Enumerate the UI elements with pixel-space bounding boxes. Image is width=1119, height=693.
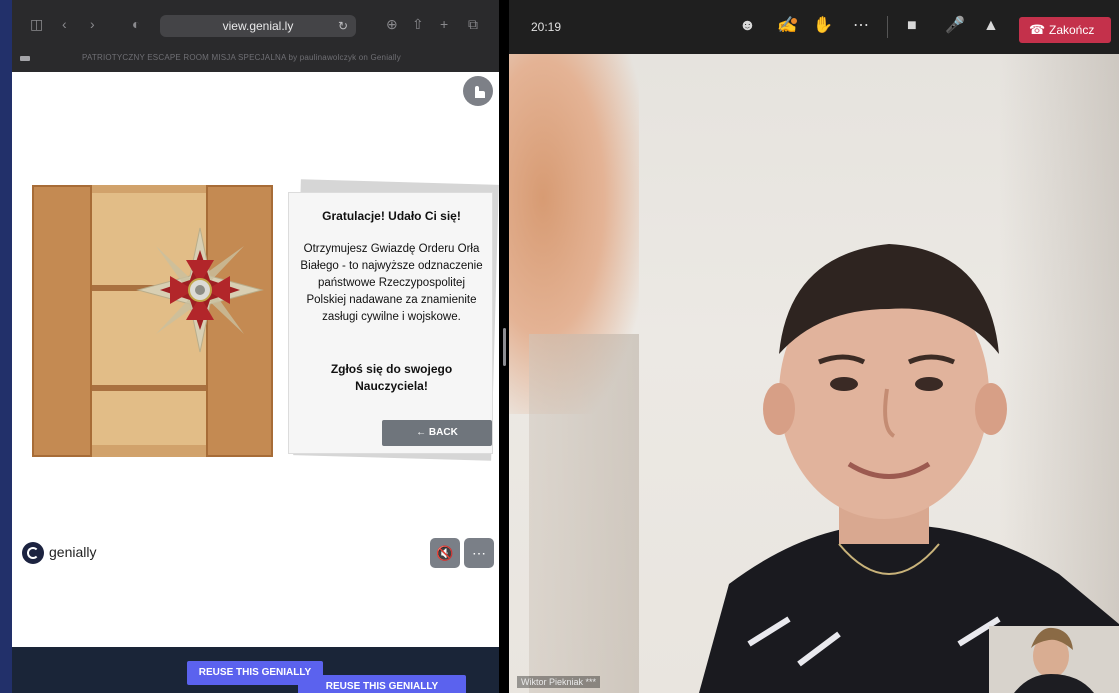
genially-footer-bar: REUSE THIS GENIALLY REUSE THIS GENIALLY <box>12 647 499 693</box>
order-star-icon <box>136 227 264 353</box>
genially-logo-text[interactable]: genially <box>49 544 96 560</box>
self-view-video[interactable] <box>989 626 1119 693</box>
panel-body-text: Otrzymujesz Gwiazdę Orderu Orła Białego … <box>300 243 483 323</box>
page-source-text: PATRIOTYCZNY ESCAPE ROOM MISJA SPECJALNA… <box>82 53 401 62</box>
divider-handle[interactable] <box>503 328 506 366</box>
teams-call-window: 20:19 ☻ ✍ ✋ ⋯ ■ 🎤 ▲ ☎ Zakończ Wiktor Pie… <box>509 0 1119 693</box>
microphone-icon[interactable]: 🎤 <box>945 16 965 36</box>
raise-hand-icon[interactable]: ✋ <box>813 16 833 36</box>
call-control-bar: 20:19 ☻ ✍ ✋ ⋯ ■ 🎤 ▲ ☎ Zakończ <box>509 0 1119 54</box>
wardrobe-shelf <box>92 385 206 391</box>
mute-sound-button[interactable]: 🔇 <box>430 538 460 568</box>
speaker-muted-icon: 🔇 <box>436 545 454 561</box>
back-arrow-icon[interactable]: ‹ <box>62 15 67 33</box>
self-view-figure <box>989 626 1119 693</box>
url-address-field[interactable]: view.genial.ly ↻ <box>160 15 356 37</box>
reuse-genially-button-overlay[interactable]: REUSE THIS GENIALLY <box>298 675 466 693</box>
ellipsis-icon: ⋯ <box>472 545 486 561</box>
call-timer: 20:19 <box>531 20 562 34</box>
flag-icon <box>20 56 30 61</box>
page-title-strip: PATRIOTYCZNY ESCAPE ROOM MISJA SPECJALNA… <box>12 48 499 72</box>
tabs-overview-icon[interactable]: ⧉ <box>468 15 478 33</box>
video-background-door <box>529 334 639 693</box>
chat-notification-dot <box>791 18 797 24</box>
end-call-button[interactable]: ☎ Zakończ <box>1019 17 1111 43</box>
participant-figure <box>699 244 1119 693</box>
download-icon[interactable]: ⊕ <box>386 15 398 33</box>
participant-video-feed: Wiktor Piekniak *** <box>509 54 1119 693</box>
safari-toolbar: ◫ ‹ › ◐ view.genial.ly ↻ ⊕ ⇧ + ⧉ <box>12 0 499 48</box>
more-actions-icon[interactable]: ⋯ <box>853 16 869 36</box>
back-button[interactable]: ← BACK <box>382 420 492 446</box>
privacy-shield-icon[interactable]: ◐ <box>132 15 140 33</box>
hand-icon <box>475 86 485 98</box>
congratulations-panel: Gratulacje! Udało Ci się! Otrzymujesz Gw… <box>288 192 493 454</box>
reload-icon[interactable]: ↻ <box>338 15 348 37</box>
forward-arrow-icon[interactable]: › <box>90 15 95 33</box>
camera-icon[interactable]: ■ <box>907 16 917 36</box>
split-view-divider[interactable] <box>499 0 509 693</box>
genially-logo-icon[interactable] <box>22 542 44 564</box>
new-tab-icon[interactable]: + <box>440 15 448 33</box>
phone-hangup-icon: ☎ <box>1029 22 1046 37</box>
share-screen-icon[interactable]: ▲ <box>983 16 999 36</box>
participant-name-tag: Wiktor Piekniak *** <box>517 676 601 688</box>
end-call-label: Zakończ <box>1049 23 1095 37</box>
panel-title: Gratulacje! Udało Ci się! <box>322 209 461 223</box>
toolbar-separator <box>887 16 888 38</box>
safari-split-view: ◫ ‹ › ◐ view.genial.ly ↻ ⊕ ⇧ + ⧉ PATRIOT… <box>12 0 499 693</box>
more-options-button[interactable]: ⋯ <box>464 538 494 568</box>
url-text: view.genial.ly <box>222 19 294 33</box>
participants-icon[interactable]: ☻ <box>739 16 756 36</box>
wardrobe-left-door <box>32 185 92 457</box>
share-icon[interactable]: ⇧ <box>412 15 424 33</box>
fullscreen-hand-button[interactable] <box>463 76 493 106</box>
panel-call-to-action: Zgłoś się do swojego Nauczyciela! <box>330 362 453 393</box>
genially-canvas: Gratulacje! Udało Ci się! Otrzymujesz Gw… <box>12 72 499 647</box>
sidebar-icon[interactable]: ◫ <box>30 15 43 33</box>
